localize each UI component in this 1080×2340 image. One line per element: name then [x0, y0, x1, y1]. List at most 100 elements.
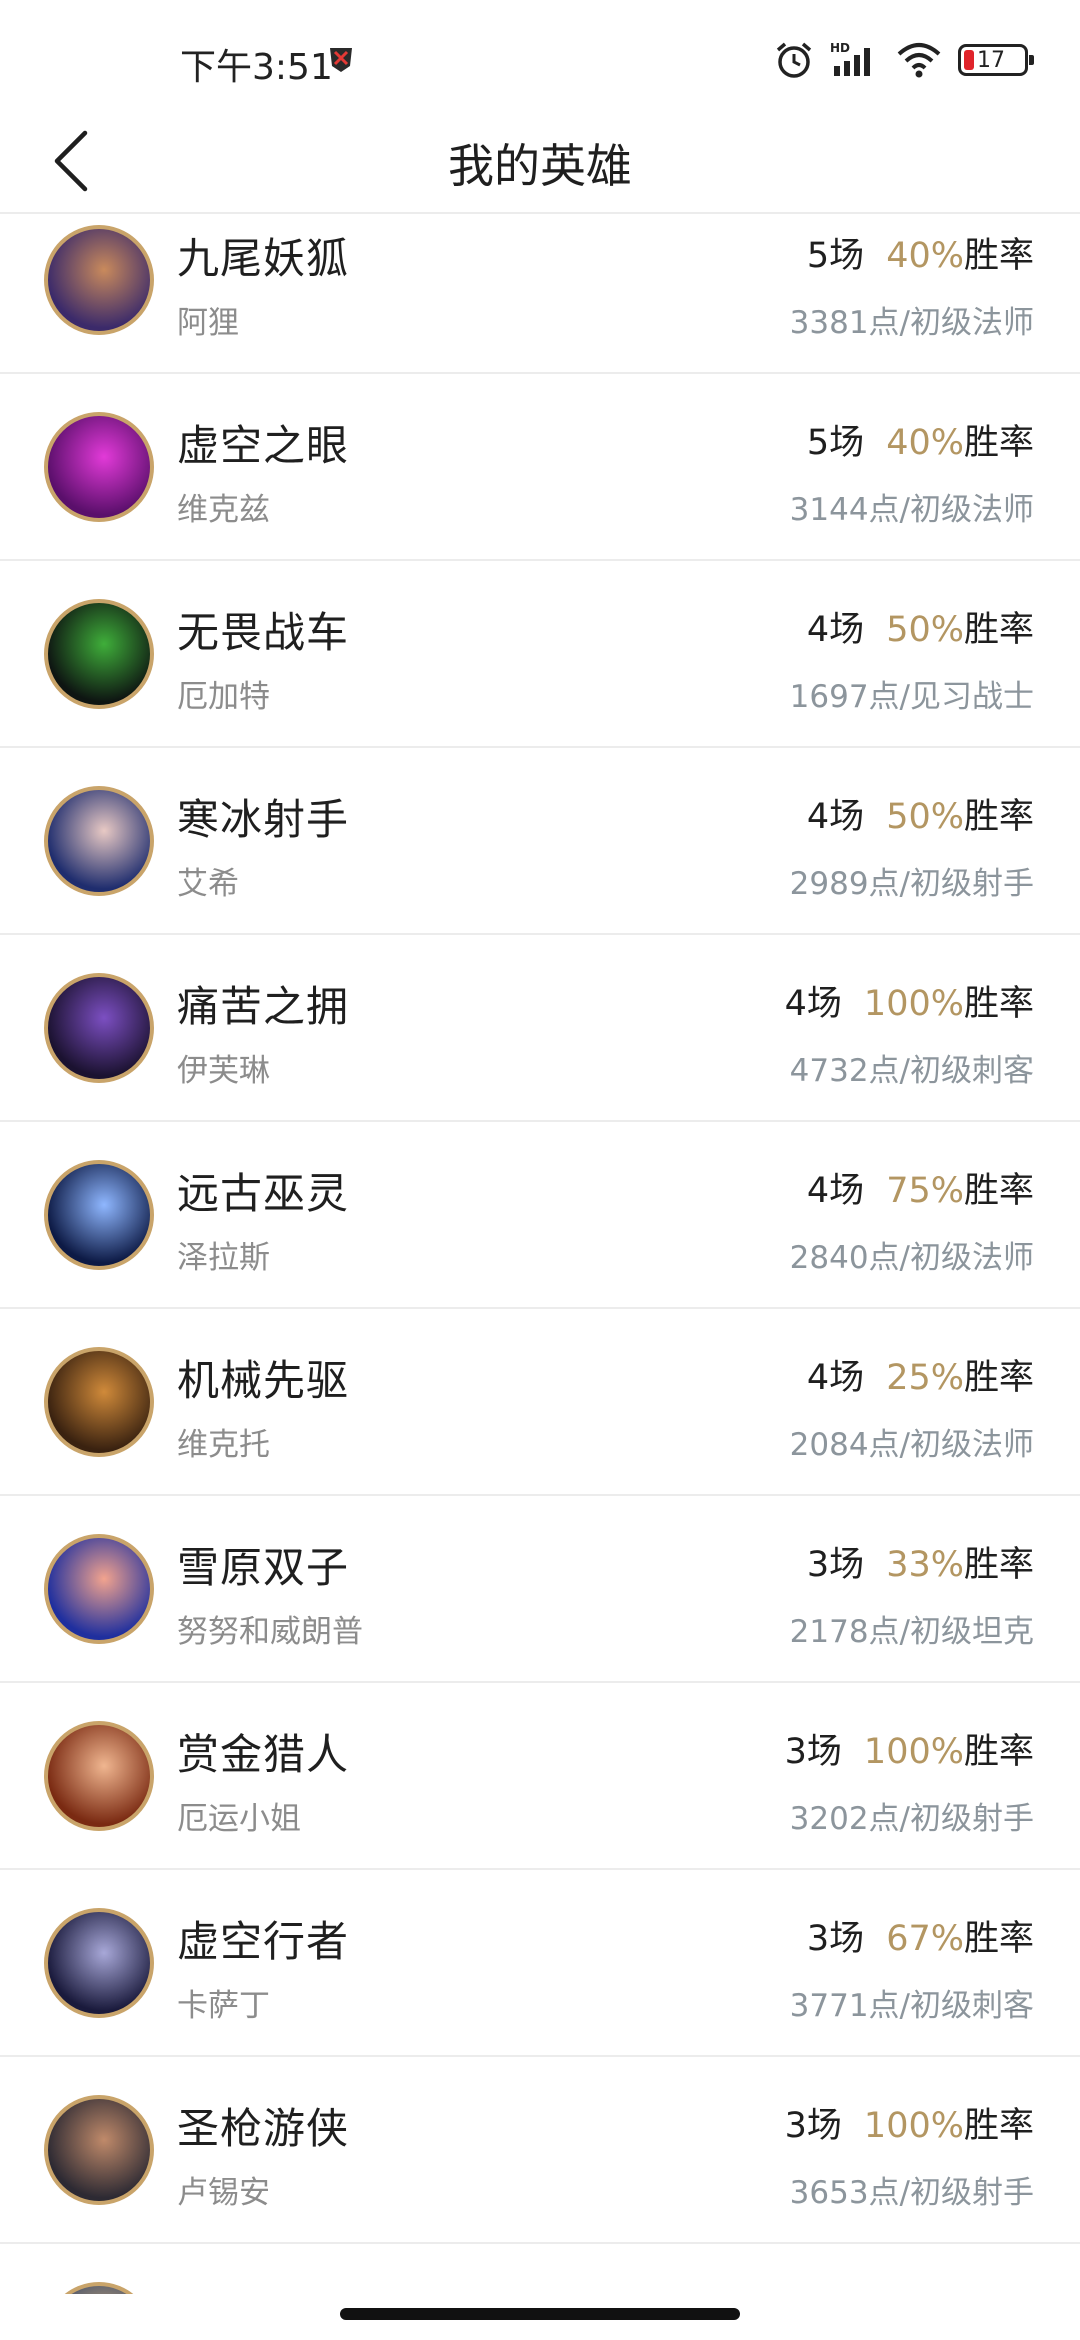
hero-title: 圣枪游侠: [177, 2104, 350, 2153]
battery-level: 17: [977, 48, 1005, 73]
hero-winrate: 40%: [886, 423, 964, 463]
hero-row[interactable]: 赏金猎人 厄运小姐 3场 100%胜率 3202点/初级射手: [0, 1683, 1080, 1870]
hero-title: 痛苦之拥: [177, 982, 350, 1031]
hero-winrate: 100%: [863, 1732, 964, 1772]
hero-name: 维克托: [177, 1427, 270, 1463]
hero-points-rank: 3202点/初级射手: [789, 1801, 1034, 1837]
hero-name: 努努和威朗普: [177, 1614, 363, 1650]
hero-avatar: [44, 786, 154, 896]
status-icons: HD 17: [774, 40, 1034, 80]
hero-games: 3场: [784, 1732, 842, 1772]
hero-points-rank: 2989点/初级射手: [789, 866, 1034, 902]
hero-row[interactable]: 圣枪游侠 卢锡安 3场 100%胜率 3653点/初级射手: [0, 2057, 1080, 2244]
hero-points-rank: 3653点/初级射手: [789, 2175, 1034, 2211]
hero-winrate-label: 胜率: [963, 1171, 1034, 1211]
hero-title: 九尾妖狐: [177, 234, 350, 283]
hero-winrate: 50%: [886, 797, 964, 837]
hero-avatar: [44, 2095, 154, 2205]
page-title: 我的英雄: [448, 139, 632, 193]
screen: 下午3:51 HD 17 我的英雄 九尾妖狐 阿狸 5场 40%胜率 3381点…: [0, 0, 1080, 2340]
hero-title: 赏金猎人: [177, 1730, 350, 1779]
hero-points-rank: 3771点/初级刺客: [789, 1988, 1034, 2024]
hero-name: 卢锡安: [177, 2175, 270, 2211]
hero-title: 时光守护者: [177, 2282, 392, 2294]
hero-avatar: [44, 412, 154, 522]
hero-name: 厄运小姐: [177, 1801, 301, 1837]
status-time: 下午3:51: [180, 47, 333, 88]
hero-winrate-label: 胜率: [963, 797, 1034, 837]
hero-games: 4场: [806, 610, 865, 650]
hero-winrate-label: 胜率: [963, 423, 1034, 463]
hero-winrate: 33%: [886, 1545, 964, 1585]
hero-name: 厄加特: [177, 679, 270, 715]
hero-stats: 5场 40%胜率: [807, 414, 1034, 465]
hero-winrate: 67%: [886, 1919, 964, 1959]
hero-winrate-label: 胜率: [963, 1358, 1034, 1398]
hero-winrate-label: 胜率: [964, 2293, 1034, 2294]
hero-name: 阿狸: [177, 305, 239, 341]
hero-games: 3场: [806, 1545, 865, 1585]
hero-avatar: [44, 1534, 154, 1644]
hero-name: 维克兹: [177, 492, 270, 528]
hero-stats: 3场 100%胜率: [785, 1723, 1034, 1774]
battery-icon: 17: [958, 44, 1034, 76]
hero-row[interactable]: 寒冰射手 艾希 4场 50%胜率 2989点/初级射手: [0, 748, 1080, 935]
hero-stats: 3场 67%胜率: [807, 1910, 1034, 1961]
hero-avatar: [44, 1721, 154, 1831]
hero-title: 寒冰射手: [177, 795, 350, 844]
hero-title: 雪原双子: [177, 1543, 350, 1592]
hero-games: 3场: [784, 2106, 842, 2146]
hero-row[interactable]: 机械先驱 维克托 4场 25%胜率 2084点/初级法师: [0, 1309, 1080, 1496]
hero-winrate-label: 胜率: [963, 2106, 1034, 2146]
hero-row[interactable]: 虚空行者 卡萨丁 3场 67%胜率 3771点/初级刺客: [0, 1870, 1080, 2057]
hero-title: 虚空行者: [177, 1917, 350, 1966]
hero-winrate-label: 胜率: [963, 610, 1034, 650]
hero-stats: 3场 0%胜率: [829, 2284, 1034, 2294]
hero-points-rank: 3381点/初级法师: [789, 305, 1034, 341]
hero-list[interactable]: 九尾妖狐 阿狸 5场 40%胜率 3381点/初级法师 虚空之眼 维克兹 5场 40…: [0, 214, 1080, 2294]
hero-winrate: 75%: [886, 1171, 964, 1211]
hero-row[interactable]: 痛苦之拥 伊芙琳 4场 100%胜率 4732点/初级刺客: [0, 935, 1080, 1122]
hero-games: 4场: [784, 984, 842, 1024]
hero-row[interactable]: 无畏战车 厄加特 4场 50%胜率 1697点/见习战士: [0, 561, 1080, 748]
hero-name: 艾希: [177, 866, 239, 902]
hero-row[interactable]: 远古巫灵 泽拉斯 4场 75%胜率 2840点/初级法师: [0, 1122, 1080, 1309]
hero-stats: 4场 100%胜率: [785, 975, 1034, 1026]
hero-title: 无畏战车: [177, 608, 350, 657]
hero-stats: 4场 50%胜率: [807, 788, 1034, 839]
hero-avatar: [44, 1160, 154, 1270]
hero-winrate: 100%: [863, 984, 964, 1024]
hero-title: 机械先驱: [177, 1356, 350, 1405]
hero-row[interactable]: 虚空之眼 维克兹 5场 40%胜率 3144点/初级法师: [0, 374, 1080, 561]
hero-stats: 4场 75%胜率: [807, 1162, 1034, 1213]
hero-avatar: [44, 225, 154, 335]
hero-stats: 4场 50%胜率: [807, 601, 1034, 652]
hero-winrate-label: 胜率: [963, 1545, 1034, 1585]
wifi-icon: [897, 43, 941, 78]
hero-stats: 4场 25%胜率: [807, 1349, 1034, 1400]
nav-bar: 我的英雄: [0, 110, 1080, 214]
hero-stats: 5场 40%胜率: [807, 227, 1034, 278]
hero-winrate-label: 胜率: [963, 1919, 1034, 1959]
hero-games: 4场: [806, 1171, 865, 1211]
hero-row[interactable]: 雪原双子 努努和威朗普 3场 33%胜率 2178点/初级坦克: [0, 1496, 1080, 1683]
home-indicator[interactable]: [340, 2308, 740, 2320]
network-type-label: HD: [830, 41, 850, 55]
cellular-signal-icon: HD: [830, 41, 870, 76]
hero-winrate: 40%: [886, 236, 964, 276]
hero-row[interactable]: 时光守护者 3场 0%胜率: [0, 2244, 1080, 2294]
hero-winrate: 100%: [863, 2106, 964, 2146]
hero-row[interactable]: 九尾妖狐 阿狸 5场 40%胜率 3381点/初级法师: [0, 214, 1080, 374]
hero-stats: 3场 100%胜率: [785, 2097, 1034, 2148]
hero-winrate: 50%: [886, 610, 964, 650]
hero-list-content: 九尾妖狐 阿狸 5场 40%胜率 3381点/初级法师 虚空之眼 维克兹 5场 40…: [0, 214, 1080, 2294]
hero-points-rank: 1697点/见习战士: [789, 679, 1034, 715]
hero-stats: 3场 33%胜率: [807, 1536, 1034, 1587]
hero-games: 5场: [806, 236, 865, 276]
hero-points-rank: 2178点/初级坦克: [789, 1614, 1034, 1650]
hero-name: 泽拉斯: [177, 1240, 270, 1276]
hero-points-rank: 3144点/初级法师: [789, 492, 1034, 528]
status-bar: 下午3:51 HD 17: [0, 0, 1080, 110]
hero-winrate: 0%: [908, 2293, 964, 2294]
hero-name: 伊芙琳: [177, 1053, 270, 1089]
